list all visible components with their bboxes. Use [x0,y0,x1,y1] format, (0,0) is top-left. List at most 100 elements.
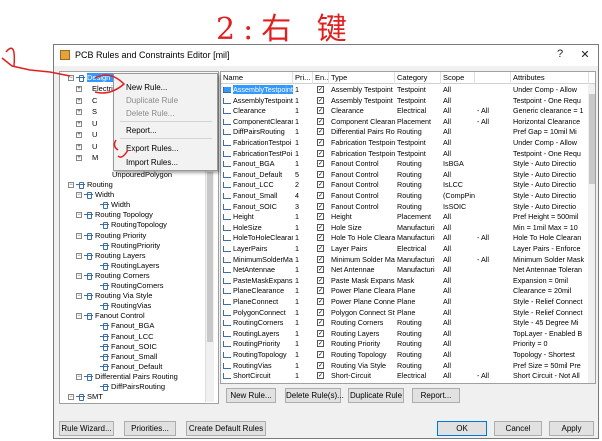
enabled-checkbox[interactable]: ✓ [317,192,324,199]
grid-scroll-thumb[interactable] [589,94,595,184]
column-header[interactable]: Type [329,72,395,84]
tree-item[interactable]: RoutingCorners [100,281,164,291]
table-row[interactable]: HoleToHoleClearan 1 ✓ Hole To Hole Clearan M… [221,233,589,243]
close-icon[interactable]: ✕ [576,48,594,61]
enabled-checkbox[interactable]: ✓ [317,107,324,115]
tree-item[interactable]: Routing Priority [84,231,146,241]
table-row[interactable]: LayerPairs 1 ✓ Layer Pairs Electrical All Laye… [221,244,589,254]
enabled-checkbox[interactable]: ✓ [317,245,324,252]
expand-icon[interactable]: + [76,143,82,150]
collapse-icon[interactable]: − [68,394,74,401]
column-header[interactable]: Pri... [293,72,313,84]
collapse-icon[interactable]: − [76,232,82,239]
enabled-checkbox[interactable]: ✓ [317,266,324,274]
enabled-checkbox[interactable]: ✓ [317,139,324,146]
table-row[interactable]: Fanout_Default 5 ✓ Fanout Control Routing All… [221,170,589,180]
tree-item[interactable]: SMD To Corner [84,402,147,403]
enabled-checkbox[interactable]: ✓ [317,117,324,125]
table-row[interactable]: RoutingLayers 1 ✓ Routing Layers Routing All T… [221,329,589,339]
enabled-checkbox[interactable]: ✓ [317,372,324,380]
enabled-checkbox[interactable]: ✓ [317,160,324,168]
apply-button[interactable]: Apply [549,421,594,436]
tree-item[interactable]: DiffPairsRouting [100,382,165,392]
table-row[interactable]: Clearance 1 ✓ Clearance Electrical All - All Ge… [221,106,589,116]
expand-icon[interactable]: + [76,97,82,104]
table-row[interactable]: PlaneConnect 1 ✓ Power Plane Connect Plane Al… [221,297,589,307]
table-row[interactable]: Fanout_LCC 2 ✓ Fanout Control Routing IsLCC St… [221,180,589,190]
grid-action-button[interactable]: Duplicate Rule [348,388,404,403]
table-row[interactable]: RoutingCorners 1 ✓ Routing Corners Routing Al… [221,318,589,328]
ok-button[interactable]: OK [437,421,487,436]
expand-icon[interactable]: + [76,155,82,161]
table-row[interactable]: PasteMaskExpansi 1 ✓ Paste Mask Expansio Mas… [221,276,589,286]
expand-icon[interactable]: + [76,120,82,127]
tree-item[interactable]: Routing Layers [84,251,145,261]
enabled-checkbox[interactable]: ✓ [317,202,324,210]
tree-item[interactable]: Fanout_BGA [100,321,154,331]
table-row[interactable]: FabricationTestpoi 1 ✓ Fabrication Testpoin… [221,138,589,148]
table-row[interactable]: HoleSize 1 ✓ Hole Size Manufacturi All Min = 1… [221,223,589,233]
expand-icon[interactable]: + [76,109,82,115]
enabled-checkbox[interactable]: ✓ [317,298,324,305]
enabled-checkbox[interactable]: ✓ [317,319,324,327]
tree-item[interactable]: Routing Via Style [84,291,152,301]
collapse-icon[interactable]: − [76,373,82,380]
tree-stub-item[interactable]: C [92,96,97,106]
table-row[interactable]: FabricationTestPoi 1 ✓ Fabrication Testpoin… [221,149,589,159]
enabled-checkbox[interactable]: ✓ [317,234,324,242]
column-header[interactable]: Attributes [511,72,589,84]
enabled-checkbox[interactable]: ✓ [317,213,324,221]
enabled-checkbox[interactable]: ✓ [317,340,324,348]
tree-item[interactable]: Routing [76,180,113,190]
enabled-checkbox[interactable]: ✓ [317,128,324,136]
tree-item[interactable]: Routing Topology [84,210,153,220]
enabled-checkbox[interactable]: ✓ [317,223,324,231]
collapse-icon[interactable]: − [76,293,82,300]
tree-item[interactable]: Fanout_LCC [100,332,154,342]
help-icon[interactable]: ? [551,48,569,60]
enabled-checkbox[interactable]: ✓ [317,86,324,93]
tree-item-unpoured-polygon[interactable]: UnpouredPolygon [112,170,172,180]
context-menu-item[interactable]: Report... [126,126,157,135]
table-row[interactable]: NetAntennae 1 ✓ Net Antennae Manufacturi All N… [221,265,589,275]
column-header[interactable]: Scope [441,72,475,84]
column-header[interactable] [475,72,511,84]
table-row[interactable]: MinimumSolderMa 1 ✓ Minimum Solder Mas Manuf… [221,255,589,265]
grid-action-button[interactable]: Delete Rule(s)... [285,388,344,403]
tree-item[interactable]: Width [84,190,114,200]
table-row[interactable]: Fanout_Small 4 ✓ Fanout Control Routing (Comp… [221,191,589,201]
table-row[interactable]: PlaneClearance 1 ✓ Power Plane Clearan Plane… [221,286,589,296]
table-row[interactable]: Fanout_BGA 1 ✓ Fanout Control Routing IsBGA St… [221,159,589,169]
table-row[interactable]: DiffPairsRouting 1 ✓ Differential Pairs Ro R… [221,127,589,137]
collapse-icon[interactable]: − [76,272,82,279]
table-row[interactable]: AssemblyTestpoint 1 ✓ Assembly Testpoint UT… [221,96,589,106]
create-default-rules-button[interactable]: Create Default Rules [186,421,266,436]
tree-item[interactable]: SMT [76,392,103,402]
table-row[interactable]: AssemblyTestpoint 1 ✓ Assembly Testpoint ST… [221,85,589,95]
tree-item[interactable]: Differential Pairs Routing [84,372,178,382]
context-menu-item[interactable]: Export Rules... [126,144,178,153]
tree-item[interactable]: Fanout Control [84,311,145,321]
tree-item[interactable]: RoutingTopology [100,220,167,230]
grid-scrollbar[interactable] [588,84,595,383]
tree-item[interactable]: RoutingVias [100,301,151,311]
tree-stub-item[interactable]: U [92,119,97,129]
enabled-checkbox[interactable]: ✓ [317,308,324,316]
tree-stub-item[interactable]: U [92,142,97,152]
collapse-icon[interactable]: − [68,182,74,188]
column-header[interactable]: Category [395,72,441,84]
tree-scroll-thumb[interactable] [207,172,213,342]
enabled-checkbox[interactable]: ✓ [317,287,324,295]
table-row[interactable]: ComponentClearan 1 ✓ Component Clearan Place… [221,117,589,127]
enabled-checkbox[interactable]: ✓ [317,96,324,104]
table-row[interactable]: Fanout_SOIC 3 ✓ Fanout Control Routing IsSOIC… [221,202,589,212]
tree-item[interactable]: Width [100,200,130,210]
tree-item[interactable]: RoutingPriority [100,241,160,251]
collapse-icon[interactable]: − [76,313,82,320]
context-menu-item[interactable]: Import Rules... [126,158,178,167]
collapse-icon[interactable]: − [68,75,74,81]
grid-action-button[interactable]: New Rule... [226,388,276,403]
table-row[interactable]: PolygonConnect 1 ✓ Polygon Connect Styl Plan… [221,308,589,318]
column-header[interactable]: Name [221,72,293,84]
priorities-button[interactable]: Priorities... [124,421,176,436]
